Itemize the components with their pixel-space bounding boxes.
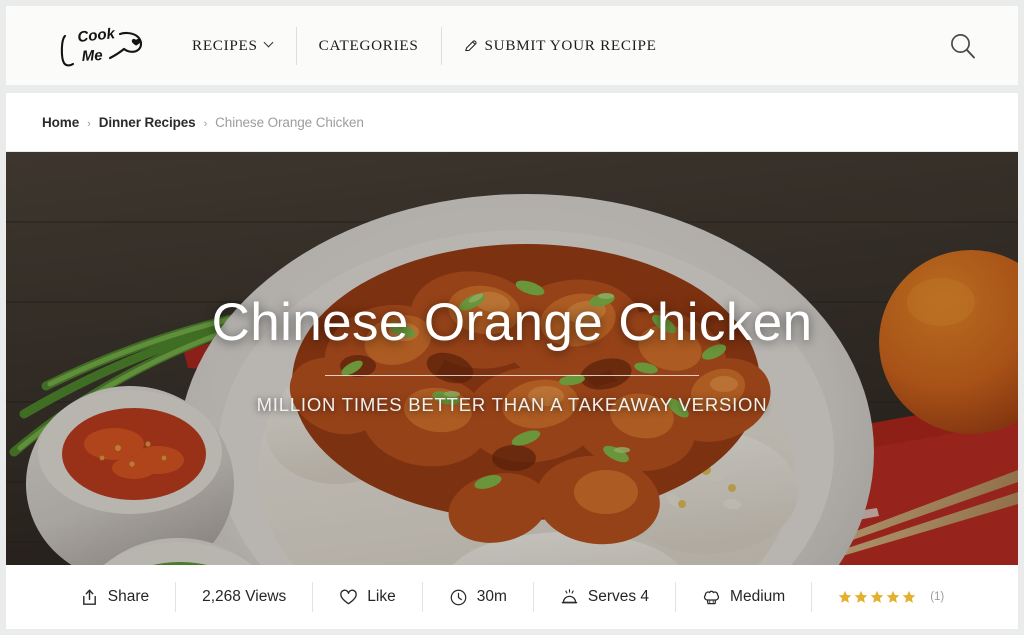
nav-recipes[interactable]: RECIPES bbox=[184, 27, 296, 65]
breadcrumb-separator: › bbox=[203, 117, 208, 130]
breadcrumb-separator: › bbox=[87, 117, 91, 130]
breadcrumb: Home › Dinner Recipes › Chinese Orange C… bbox=[42, 115, 364, 130]
search-icon[interactable] bbox=[946, 30, 980, 64]
heart-icon bbox=[339, 588, 358, 607]
star-icon[interactable] bbox=[838, 590, 852, 604]
meta-share-label: Share bbox=[107, 588, 150, 605]
serving-dome-icon bbox=[560, 588, 579, 607]
site-header: Cook Me RECIPES CATEGORIES SUBMIT YOUR R… bbox=[6, 6, 1018, 85]
meta-servings-label: Serves 4 bbox=[587, 588, 650, 605]
chevron-down-icon bbox=[265, 39, 274, 48]
meta-like[interactable]: Like bbox=[312, 582, 421, 612]
rating-count: (1) bbox=[930, 591, 945, 603]
hero-banner: Chinese Orange Chicken MILLION TIMES BET… bbox=[6, 152, 1018, 565]
nav-recipes-label: RECIPES bbox=[192, 36, 258, 54]
nav-submit-your-recipe[interactable]: SUBMIT YOUR RECIPE bbox=[440, 26, 679, 65]
page-title: Chinese Orange Chicken bbox=[211, 293, 813, 352]
clock-icon bbox=[449, 588, 468, 607]
cook-me-logo[interactable]: Cook Me bbox=[58, 18, 150, 72]
meta-servings: Serves 4 bbox=[532, 582, 675, 612]
meta-time-label: 30m bbox=[476, 588, 507, 605]
breadcrumb-item-home[interactable]: Home bbox=[42, 115, 79, 130]
meta-views-label: 2,268 Views bbox=[202, 588, 287, 605]
meta-views: 2,268 Views bbox=[175, 582, 312, 612]
breadcrumb-item-dinner-recipes[interactable]: Dinner Recipes bbox=[99, 115, 196, 130]
star-icon[interactable] bbox=[886, 590, 900, 604]
nav-submit-label: SUBMIT YOUR RECIPE bbox=[484, 36, 657, 54]
breadcrumb-item-current: Chinese Orange Chicken bbox=[215, 114, 364, 130]
rating-stars[interactable] bbox=[838, 590, 916, 604]
star-icon[interactable] bbox=[902, 590, 916, 604]
meta-difficulty: Medium bbox=[675, 582, 811, 612]
meta-difficulty-label: Medium bbox=[730, 588, 786, 605]
pencil-icon bbox=[464, 39, 478, 53]
meta-like-label: Like bbox=[367, 588, 396, 605]
recipe-page: Cook Me RECIPES CATEGORIES SUBMIT YOUR R… bbox=[0, 0, 1024, 635]
meta-time: 30m bbox=[421, 582, 533, 612]
star-icon[interactable] bbox=[870, 590, 884, 604]
nav-categories[interactable]: CATEGORIES bbox=[295, 26, 441, 65]
logo-text-line2: Me bbox=[81, 47, 103, 65]
nav-categories-label: CATEGORIES bbox=[318, 36, 419, 54]
status-badge[interactable]: (1) bbox=[811, 582, 970, 612]
title-divider bbox=[325, 375, 699, 376]
breadcrumb-bar: Home › Dinner Recipes › Chinese Orange C… bbox=[6, 93, 1018, 151]
page-subtitle: MILLION TIMES BETTER THAN A TAKEAWAY VER… bbox=[256, 394, 768, 415]
recipe-meta-bar: Share 2,268 Views Like 30m Serves 4 Medi… bbox=[6, 565, 1018, 629]
hero-caption: Chinese Orange Chicken MILLION TIMES BET… bbox=[6, 292, 1018, 416]
main-navigation: RECIPES CATEGORIES SUBMIT YOUR RECIPE bbox=[184, 6, 679, 85]
logo-text-line1: Cook bbox=[77, 25, 117, 46]
meta-share[interactable]: Share bbox=[54, 582, 175, 612]
share-icon bbox=[80, 588, 99, 607]
star-icon[interactable] bbox=[854, 590, 868, 604]
chef-hat-icon bbox=[702, 588, 721, 607]
